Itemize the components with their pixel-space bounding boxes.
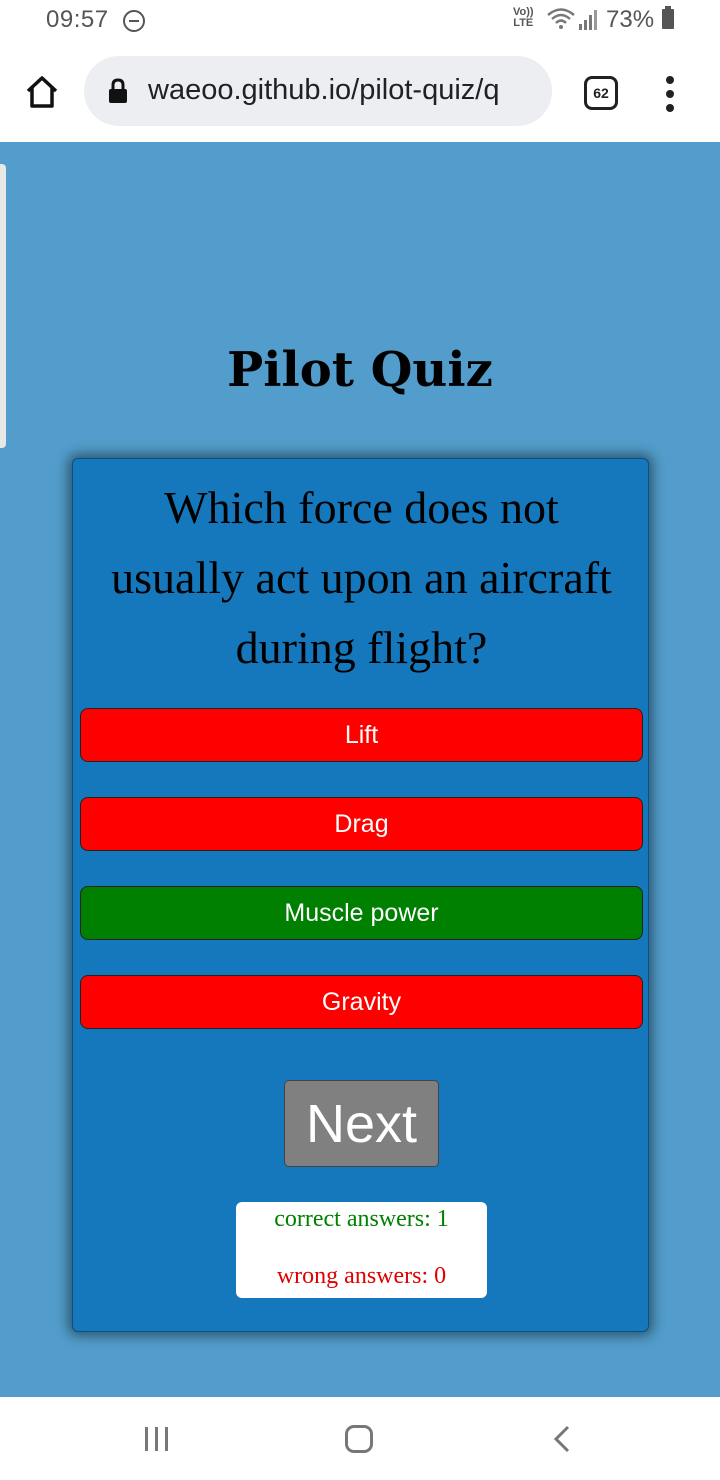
home-nav-icon[interactable] bbox=[345, 1425, 373, 1453]
address-bar[interactable]: waeoo.github.io/pilot-quiz/q bbox=[84, 56, 552, 126]
url-text[interactable]: waeoo.github.io/pilot-quiz/q bbox=[148, 74, 499, 107]
quiz-card: Which force does not usually act upon an… bbox=[72, 458, 649, 1332]
answer-button-drag[interactable]: Drag bbox=[80, 797, 643, 851]
answer-button-gravity[interactable]: Gravity bbox=[80, 975, 643, 1029]
wrong-answers-count: wrong answers: 0 bbox=[276, 1263, 447, 1289]
answer-button-muscle-power[interactable]: Muscle power bbox=[80, 886, 643, 940]
lock-icon bbox=[109, 78, 127, 103]
web-page: Pilot Quiz Which force does not usually … bbox=[0, 142, 720, 1397]
page-title: Pilot Quiz bbox=[227, 342, 493, 398]
tab-switcher-button[interactable]: 62 bbox=[584, 76, 618, 110]
recent-apps-icon[interactable] bbox=[145, 1427, 171, 1451]
do-not-disturb-icon bbox=[123, 10, 145, 32]
correct-answers-count: correct answers: 1 bbox=[274, 1206, 449, 1232]
lte-label: LTE bbox=[513, 17, 534, 29]
status-bar: 09:57 Vo)) LTE 73% bbox=[0, 0, 720, 44]
score-box: correct answers: 1 wrong answers: 0 bbox=[236, 1202, 487, 1298]
system-nav-bar bbox=[0, 1397, 720, 1480]
battery-icon bbox=[662, 6, 674, 29]
back-icon[interactable] bbox=[552, 1425, 572, 1453]
battery-percent: 73% bbox=[606, 6, 655, 33]
volte-lte-icon: Vo)) LTE bbox=[513, 7, 534, 29]
next-button[interactable]: Next bbox=[284, 1080, 439, 1167]
signal-icon bbox=[579, 10, 597, 30]
status-time: 09:57 bbox=[46, 6, 109, 33]
answer-button-lift[interactable]: Lift bbox=[80, 708, 643, 762]
question-text: Which force does not usually act upon an… bbox=[111, 482, 612, 673]
scroll-handle[interactable] bbox=[0, 164, 6, 448]
wifi-icon bbox=[547, 8, 575, 29]
more-vert-icon[interactable] bbox=[664, 74, 676, 114]
home-icon[interactable] bbox=[24, 74, 60, 110]
browser-toolbar: waeoo.github.io/pilot-quiz/q 62 bbox=[0, 44, 720, 142]
